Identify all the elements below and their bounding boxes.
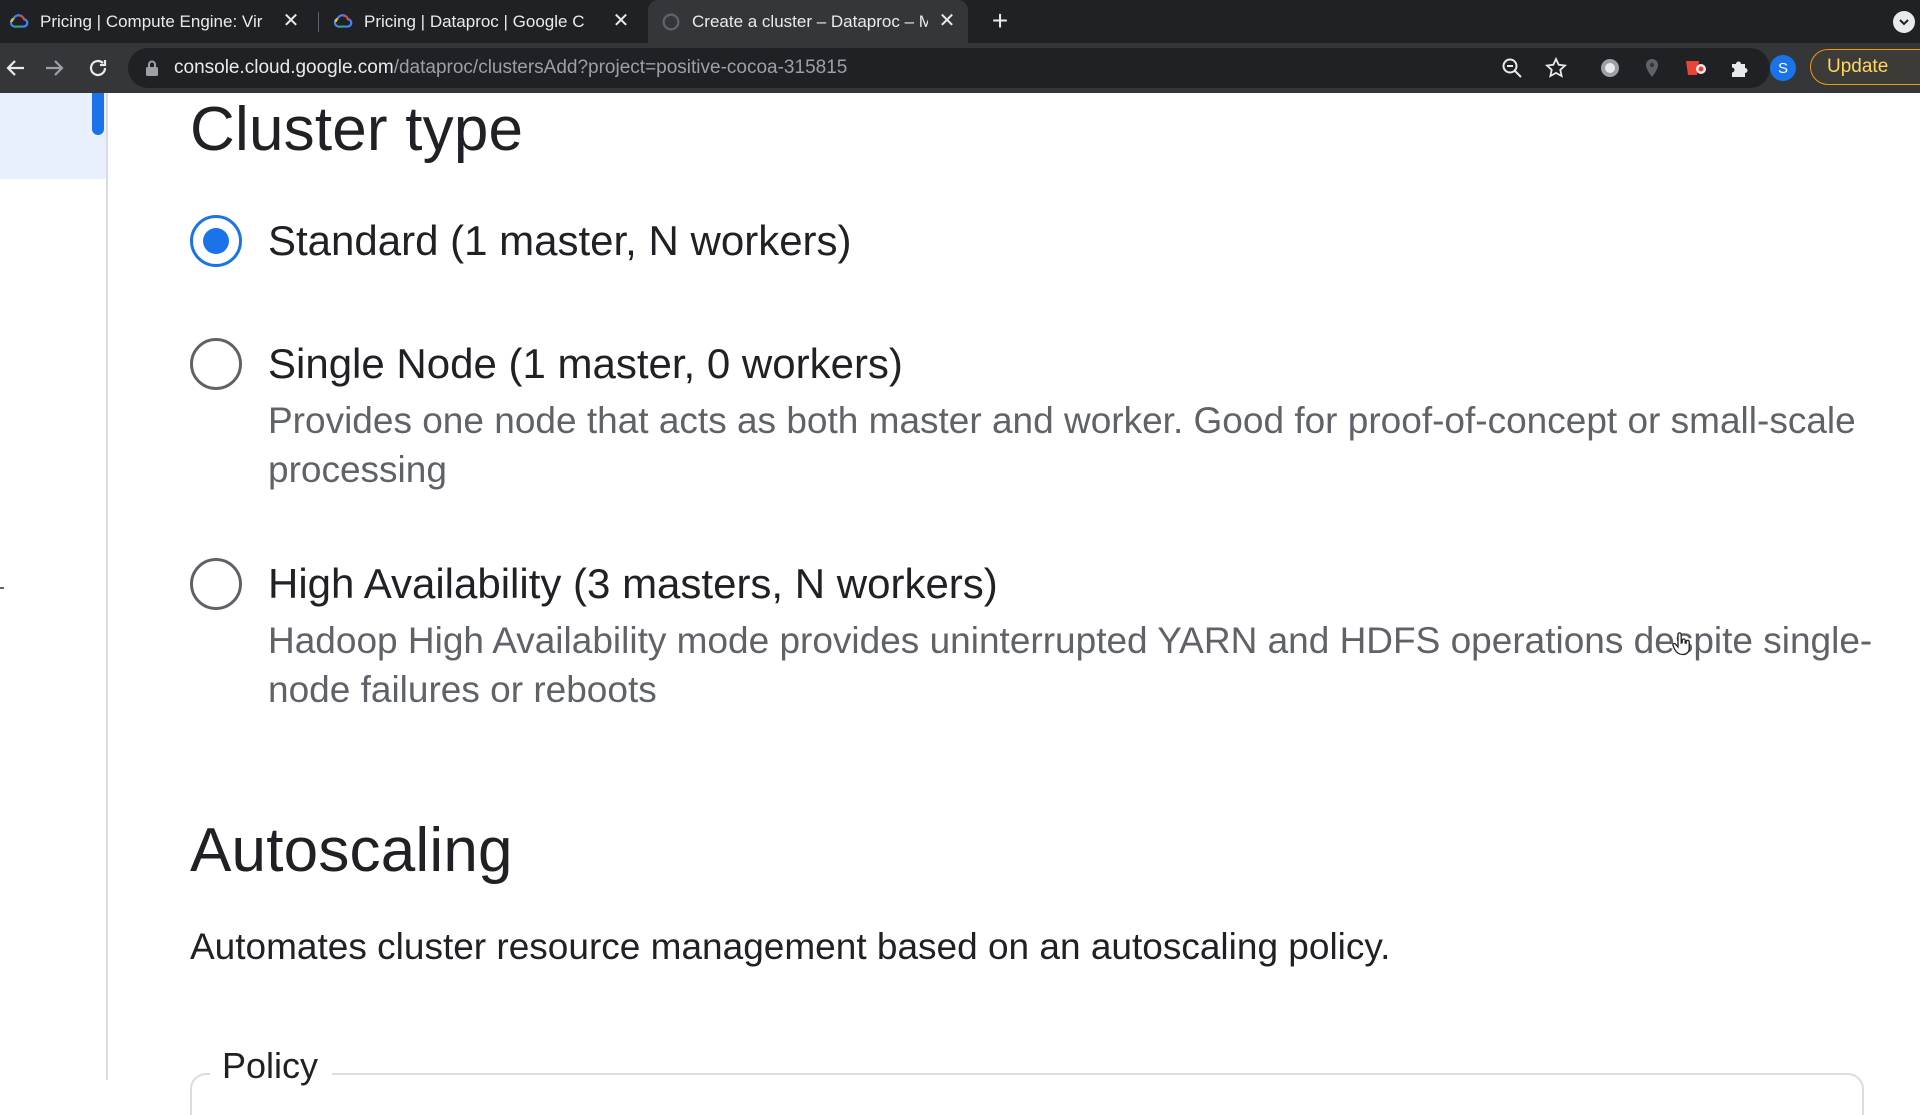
radio-description: Hadoop High Availability mode provides u… (268, 620, 1873, 710)
forward-icon[interactable] (38, 52, 70, 84)
left-nav-sidebar (0, 93, 108, 1080)
tab-create-cluster[interactable]: Create a cluster – Dataproc – M ✕ (648, 0, 968, 43)
radio-description: Provides one node that acts as both mast… (268, 400, 1856, 490)
tab-title: Create a cluster – Dataproc – M (692, 11, 928, 31)
back-icon[interactable] (0, 52, 32, 84)
autoscaling-heading: Autoscaling (190, 816, 513, 885)
close-icon[interactable]: ✕ (936, 10, 958, 32)
lock-icon (146, 60, 158, 76)
extensions-puzzle-icon[interactable] (1727, 56, 1751, 80)
close-icon[interactable]: ✕ (280, 10, 302, 32)
sidebar-active-item[interactable] (0, 93, 106, 179)
update-button[interactable]: Update (1810, 49, 1920, 85)
new-tab-icon[interactable]: + (985, 5, 1015, 36)
zoom-icon[interactable] (1500, 56, 1524, 80)
extension-record-icon[interactable] (1598, 56, 1622, 80)
tab-title: Pricing | Compute Engine: Vir (40, 11, 263, 31)
tab-compute-engine-pricing[interactable]: Pricing | Compute Engine: Vir ✕ (0, 0, 312, 43)
policy-select[interactable] (190, 1073, 1864, 1115)
tab-title: Pricing | Dataproc | Google C (364, 11, 585, 31)
sidebar-collapse-handle[interactable] (0, 587, 4, 589)
policy-label: Policy (210, 1045, 333, 1087)
autoscaling-description: Automates cluster resource management ba… (190, 926, 1391, 967)
radio-label[interactable]: Single Node (1 master, 0 workers) (268, 340, 903, 388)
tab-dataproc-pricing[interactable]: Pricing | Dataproc | Google C ✕ (324, 0, 642, 43)
tab-divider (318, 12, 319, 32)
reload-icon[interactable] (82, 52, 114, 84)
sidebar-active-indicator (92, 93, 104, 135)
loading-icon (662, 13, 680, 30)
google-cloud-icon (9, 13, 29, 28)
radio-button-single-node[interactable] (190, 338, 242, 390)
radio-label[interactable]: High Availability (3 masters, N workers) (268, 560, 998, 608)
browser-toolbar: console.cloud.google.com/dataproc/cluste… (0, 43, 1920, 93)
close-icon[interactable]: ✕ (610, 10, 632, 32)
address-bar[interactable]: console.cloud.google.com/dataproc/cluste… (128, 48, 1770, 88)
url-host: console.cloud.google.com (174, 57, 394, 78)
radio-label[interactable]: Standard (1 master, N workers) (268, 217, 852, 265)
tab-search-icon[interactable] (1893, 11, 1915, 33)
bookmark-star-icon[interactable] (1544, 56, 1568, 80)
extension-shield-icon[interactable] (1684, 56, 1708, 80)
hand-cursor-icon (1672, 632, 1690, 656)
extension-pin-icon[interactable] (1640, 56, 1664, 80)
profile-avatar[interactable]: S (1770, 55, 1796, 81)
tab-strip: Pricing | Compute Engine: Vir ✕ Pricing … (0, 0, 1920, 43)
cluster-type-heading: Cluster type (190, 95, 524, 164)
url-text: console.cloud.google.com/dataproc/cluste… (174, 48, 847, 88)
radio-button-high-availability[interactable] (190, 558, 242, 610)
radio-button-standard[interactable] (190, 215, 242, 267)
google-cloud-icon (333, 13, 353, 28)
url-path: /dataproc/clustersAdd?project=positive-c… (393, 57, 848, 78)
